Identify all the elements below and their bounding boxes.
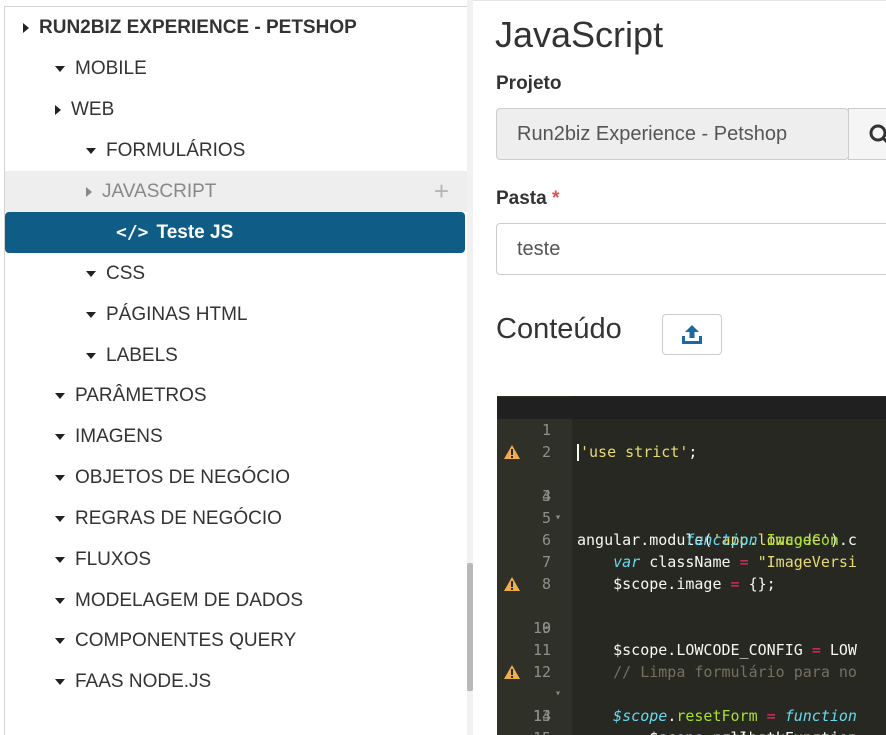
pasta-label-text: Pasta (496, 188, 547, 209)
tree-item-mobile[interactable]: MOBILE (5, 48, 467, 89)
code-line: 6 var className = "ImageVersi (497, 507, 886, 571)
tree-item-label: REGRAS DE NEGÓCIO (75, 507, 282, 529)
tree-item-formularios[interactable]: FORMULÁRIOS (5, 130, 467, 171)
caret-down-icon[interactable] (55, 597, 65, 604)
caret-right-icon[interactable] (55, 104, 61, 115)
upload-icon (682, 324, 702, 344)
required-marker: * (551, 188, 560, 209)
tree-item-label: MODELAGEM DE DADOS (75, 589, 304, 611)
code-line: 13 $scope.project = projec (497, 661, 886, 735)
project-tree: RUN2BIZ EXPERIENCE - PETSHOP MOBILE WEB … (4, 6, 467, 735)
code-icon: </> (116, 222, 149, 243)
caret-down-icon[interactable] (86, 311, 96, 318)
upload-button[interactable] (662, 314, 722, 355)
search-icon (869, 124, 886, 144)
tree-item-web[interactable]: WEB (5, 89, 467, 130)
caret-down-icon[interactable] (55, 556, 65, 563)
caret-down-icon[interactable] (86, 352, 96, 359)
code-line: 9 $scope.LOWCODE_CONFIG = LOW (497, 573, 886, 659)
tree-item-css[interactable]: CSS (5, 253, 467, 294)
tree-item-label: JAVASCRIPT (102, 180, 217, 202)
tree-item-label: MOBILE (75, 57, 147, 79)
main-panel: JavaScript Projeto Run2biz Experience - … (473, 0, 886, 735)
tree-item-parametros[interactable]: PARÂMETROS (5, 375, 467, 416)
code-line: 1 'use strict'; (497, 397, 886, 461)
caret-down-icon[interactable] (55, 65, 65, 72)
code-line: 4 ▾ function ImageCon (497, 463, 886, 549)
warning-icon[interactable] (503, 664, 521, 680)
tree-item-labels[interactable]: LABELS (5, 335, 467, 376)
tree-item-label: FLUXOS (75, 548, 152, 570)
tree-item-label: WEB (71, 98, 115, 120)
code-line: 14 $scope.callbackFunction (497, 683, 886, 735)
conteudo-title: Conteúdo (496, 313, 622, 345)
tree-item-project[interactable]: RUN2BIZ EXPERIENCE - PETSHOP (5, 7, 467, 48)
caret-down-icon[interactable] (86, 270, 96, 277)
code-line: 7 $scope.image = {}; (497, 529, 886, 593)
tree-item-label: CSS (106, 262, 146, 284)
tree-item-label: RUN2BIZ EXPERIENCE - PETSHOP (39, 16, 357, 38)
caret-down-icon[interactable] (55, 637, 65, 644)
caret-down-icon[interactable] (55, 678, 65, 685)
tree-item-label: FORMULÁRIOS (106, 139, 246, 161)
tree-item-label: Teste JS (156, 221, 234, 243)
projeto-label: Projeto (496, 73, 562, 94)
caret-right-icon[interactable] (86, 186, 92, 197)
code-line: 2 (497, 419, 886, 461)
code-line: 10 (497, 595, 886, 637)
code-editor[interactable]: 1 'use strict'; 2 3 ▾ angular.module('ap… (497, 396, 886, 735)
tree-item-regras-de-negocio[interactable]: REGRAS DE NEGÓCIO (5, 498, 467, 539)
caret-right-icon[interactable] (23, 22, 29, 33)
projeto-field[interactable]: Run2biz Experience - Petshop (496, 108, 849, 160)
tree-item-label: PÁGINAS HTML (106, 303, 248, 325)
tree-item-label: OBJETOS DE NEGÓCIO (75, 466, 291, 488)
warning-icon[interactable] (503, 576, 521, 592)
tree-item-teste-js[interactable]: </> Teste JS (5, 212, 465, 253)
tree-item-objetos-de-negocio[interactable]: OBJETOS DE NEGÓCIO (5, 457, 467, 498)
projeto-search-button[interactable] (848, 108, 886, 160)
tree-item-paginas-html[interactable]: PÁGINAS HTML (5, 294, 467, 335)
tree-item-label: IMAGENS (75, 425, 163, 447)
tree-item-label: FAAS NODE.JS (75, 670, 212, 692)
tree-item-imagens[interactable]: IMAGENS (5, 416, 467, 457)
caret-down-icon[interactable] (55, 392, 65, 399)
pasta-label: Pasta * (496, 188, 559, 210)
tree-item-modelagem-de-dados[interactable]: MODELAGEM DE DADOS (5, 580, 467, 621)
code-line: 3 ▾ angular.module('app.lowcode').c (497, 441, 886, 549)
code-line: 15 (497, 705, 886, 735)
code-line: 12 ▾ $scope.resetForm = function (497, 639, 886, 725)
pasta-value: teste (517, 237, 561, 260)
pasta-field[interactable]: teste (496, 223, 886, 275)
line-number: 15 (497, 727, 551, 735)
warning-icon[interactable] (503, 444, 521, 460)
caret-down-icon[interactable] (55, 474, 65, 481)
tree-item-label: LABELS (106, 344, 178, 366)
code-line: 8 (497, 551, 886, 593)
page-title: JavaScript (495, 14, 664, 55)
projeto-value: Run2biz Experience - Petshop (517, 122, 788, 145)
tree-item-javascript[interactable]: JAVASCRIPT + (5, 171, 467, 212)
caret-down-icon[interactable] (55, 515, 65, 522)
tree-item-label: PARÂMETROS (75, 384, 207, 406)
caret-down-icon[interactable] (86, 147, 96, 154)
tree-item-label: COMPONENTES QUERY (75, 629, 297, 651)
tree-item-faas-nodejs[interactable]: FAAS NODE.JS (5, 661, 467, 702)
add-icon[interactable]: + (434, 178, 449, 204)
tree-item-fluxos[interactable]: FLUXOS (5, 539, 467, 580)
code-line: 11 // Limpa formulário para no (497, 617, 886, 681)
code-line: 5 (497, 485, 886, 527)
caret-down-icon[interactable] (55, 433, 65, 440)
code-text: $scope.callbackFunction (577, 727, 857, 735)
tree-item-componentes-query[interactable]: COMPONENTES QUERY (5, 620, 467, 661)
